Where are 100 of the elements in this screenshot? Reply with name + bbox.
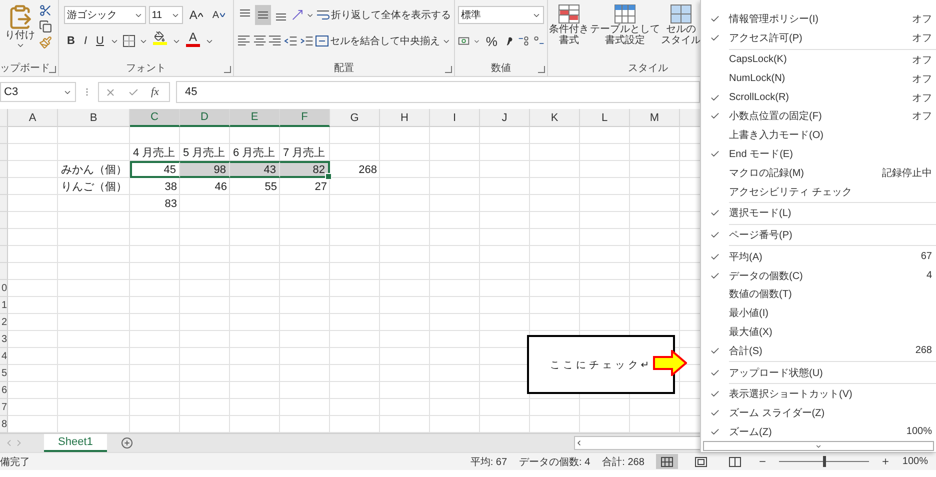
font-size-dropdown[interactable]: 11 — [148, 6, 184, 24]
row-header[interactable]: 5 — [0, 365, 8, 382]
menu-item[interactable]: NumLock(N) オフ — [701, 69, 936, 88]
copy-icon[interactable] — [39, 20, 52, 33]
table-format-icon[interactable] — [614, 4, 636, 24]
menu-item[interactable]: 選択モード(L) — [701, 204, 936, 223]
table-cell-text: 83 — [164, 196, 178, 212]
cell-style-icon[interactable] — [670, 4, 692, 24]
dialog-launcher-icon[interactable] — [538, 66, 545, 73]
italic-button[interactable]: I — [80, 31, 90, 51]
decrease-indent-icon[interactable] — [284, 34, 298, 48]
menu-item[interactable]: End モード(E) — [701, 144, 936, 164]
menu-item[interactable]: アクセス許可(P) オフ — [701, 28, 936, 48]
cancel-icon[interactable] — [105, 86, 116, 98]
zoom-in-icon[interactable] — [881, 457, 890, 466]
menu-item[interactable]: ページ番号(P) — [701, 226, 936, 244]
menu-item[interactable]: 最大値(X) — [701, 322, 936, 342]
caret-icon — [16, 41, 24, 50]
zoom-thumb[interactable] — [823, 456, 826, 467]
row-header[interactable]: 1 — [0, 297, 8, 314]
dialog-launcher-icon[interactable] — [224, 66, 231, 73]
menu-item[interactable]: 最小値(I) — [701, 304, 936, 323]
normal-view-icon[interactable] — [661, 456, 674, 466]
table-cell-text: みかん（個） — [60, 163, 128, 178]
menu-item[interactable]: データの個数(C) 4 — [701, 266, 936, 286]
row-header[interactable]: 6 — [0, 382, 8, 399]
font-color-button[interactable]: A — [184, 31, 202, 51]
conditional-format-icon[interactable] — [558, 4, 580, 24]
menu-item[interactable]: ズーム(Z) 100% — [701, 422, 936, 442]
menu-item[interactable]: 表示選択ショートカット(V) — [701, 384, 936, 404]
merge-center-button[interactable]: セルを結合して中央揃え — [315, 31, 440, 51]
align-right-icon[interactable] — [268, 34, 282, 48]
column-header[interactable]: L — [580, 109, 630, 127]
column-header[interactable]: J — [480, 109, 530, 127]
menu-item[interactable]: 平均(A) 67 — [701, 247, 936, 266]
column-header[interactable]: E — [230, 109, 280, 127]
check-icon — [710, 208, 720, 218]
sheet-tab[interactable]: Sheet1 — [44, 434, 107, 452]
name-box[interactable]: C3 — [0, 82, 76, 102]
vertical-align-button[interactable] — [255, 5, 271, 25]
font-name-dropdown[interactable]: 游ゴシック — [64, 6, 146, 24]
menu-item[interactable]: CapsLock(K) オフ — [701, 50, 936, 70]
menu-item[interactable]: ScrollLock(R) オフ — [701, 88, 936, 107]
menu-item[interactable]: ズーム スライダー(Z) — [701, 404, 936, 423]
align-left-icon[interactable] — [237, 34, 251, 48]
column-header[interactable]: M — [630, 109, 680, 127]
grow-font-button[interactable]: A — [186, 5, 206, 25]
shrink-font-button[interactable]: A — [209, 5, 228, 25]
menu-item[interactable]: 上書き入力モード(O) — [701, 126, 936, 145]
add-sheet-icon[interactable] — [120, 437, 133, 449]
row-header[interactable]: 8 — [0, 416, 8, 433]
group-label: 数値 — [491, 62, 511, 75]
row-header[interactable]: 3 — [0, 331, 8, 348]
formula-input[interactable]: 45 — [176, 81, 700, 103]
row-header[interactable]: 0 — [0, 280, 8, 297]
menu-item[interactable]: 小数点位置の固定(F) オフ — [701, 106, 936, 126]
number-format-dropdown[interactable]: 標準 — [458, 6, 544, 24]
wrap-text-button[interactable]: 折り返して全体を表示する — [316, 5, 451, 25]
menu-item[interactable]: アクセシビリティ チェック — [701, 182, 936, 201]
wrap-text-icon[interactable] — [316, 8, 330, 22]
column-header[interactable]: D — [180, 109, 230, 127]
row-header[interactable]: 7 — [0, 399, 8, 416]
increase-indent-icon[interactable] — [300, 34, 314, 48]
scroll-left-icon[interactable] — [575, 439, 583, 447]
column-header[interactable]: I — [430, 109, 480, 127]
dialog-launcher-icon[interactable] — [49, 66, 56, 73]
column-header[interactable]: G — [330, 109, 380, 127]
orientation-icon[interactable] — [291, 8, 304, 22]
underline-button[interactable]: U — [93, 31, 107, 51]
insert-function-button[interactable]: fx — [151, 86, 159, 98]
column-header[interactable]: H — [380, 109, 430, 127]
view-button[interactable] — [656, 454, 678, 469]
borders-icon[interactable] — [122, 34, 136, 48]
table-cell-text: 55 — [264, 180, 278, 194]
row-header[interactable]: 2 — [0, 314, 8, 331]
paste-button[interactable]: り付け — [5, 4, 35, 60]
page-layout-icon[interactable] — [695, 456, 708, 466]
row-header[interactable]: 4 — [0, 348, 8, 365]
column-header[interactable]: C — [130, 109, 180, 127]
column-header[interactable]: F — [280, 109, 330, 127]
menu-item[interactable]: マクロの記録(M) 記録停止中 — [701, 163, 936, 182]
style-button[interactable]: 条件付き 書式 — [549, 4, 589, 60]
percent-button[interactable]: % — [482, 31, 500, 51]
column-header[interactable]: A — [8, 109, 58, 127]
enter-icon[interactable] — [128, 86, 139, 98]
menu-item[interactable]: アップロード状態(U) — [701, 363, 936, 382]
cut-icon[interactable] — [39, 4, 52, 17]
menu-item[interactable]: 数値の個数(T) — [701, 285, 936, 304]
dialog-launcher-icon[interactable] — [445, 66, 452, 73]
page-break-icon[interactable] — [729, 456, 742, 466]
merge-cells-icon[interactable] — [315, 34, 330, 48]
bold-button[interactable]: B — [64, 31, 78, 51]
column-header[interactable]: K — [530, 109, 580, 127]
column-header[interactable]: B — [58, 109, 130, 127]
style-button[interactable]: テーブルとして 書式設定 — [590, 4, 660, 60]
increase-decimal-icon[interactable] — [518, 34, 530, 48]
zoom-percent[interactable]: 100% — [902, 456, 928, 467]
align-center-icon[interactable] — [252, 34, 266, 48]
menu-item[interactable]: 合計(S) 268 — [701, 341, 936, 360]
menu-item[interactable]: 情報管理ポリシー(I) オフ — [701, 10, 936, 29]
